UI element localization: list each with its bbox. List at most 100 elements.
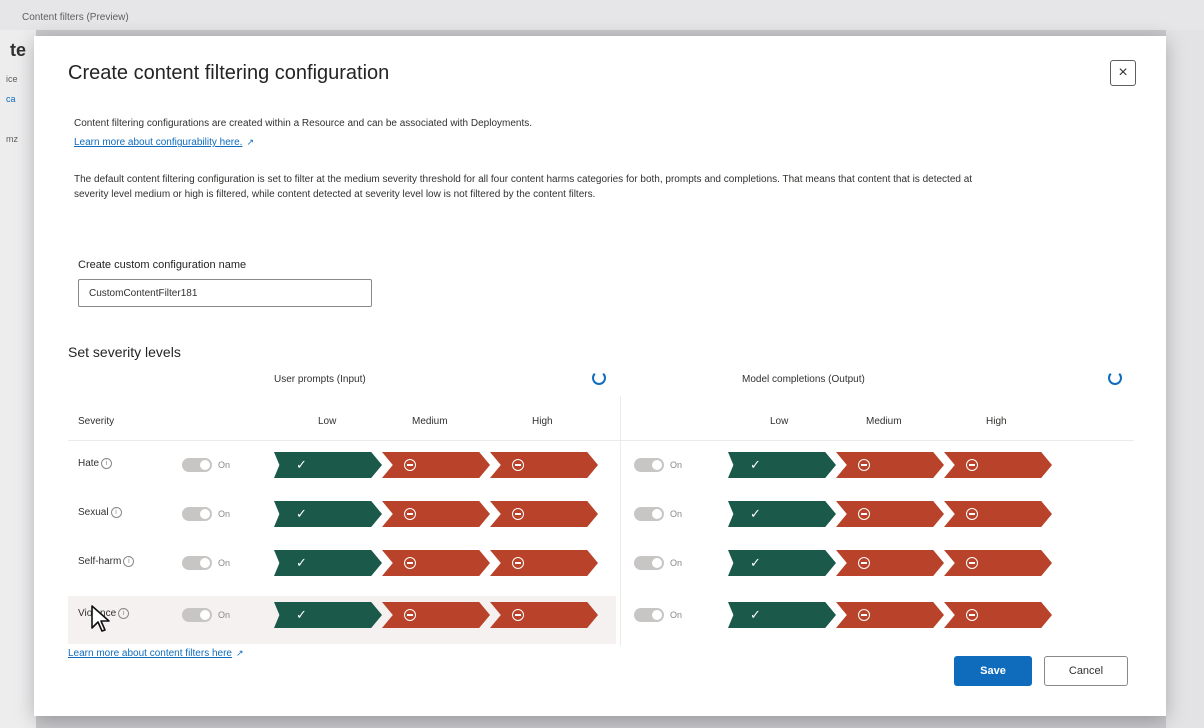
- input-sexual-high[interactable]: [490, 501, 598, 527]
- block-icon: [966, 609, 978, 621]
- mouse-pointer-icon: [91, 605, 110, 632]
- input-violence-high[interactable]: [490, 602, 598, 628]
- toggle-label: On: [218, 509, 231, 519]
- output-self-harm-high[interactable]: [944, 550, 1052, 576]
- category-label-sexual: Sexual i: [78, 507, 122, 518]
- input-sexual-medium[interactable]: [382, 501, 490, 527]
- checkmark-icon: ✓: [750, 607, 761, 622]
- intro-text: Content filtering configurations are cre…: [74, 118, 533, 129]
- checkmark-icon: ✓: [296, 506, 307, 521]
- create-config-dialog: Create content filtering configuration ×…: [34, 36, 1166, 716]
- input-self-harm-medium[interactable]: [382, 550, 490, 576]
- dialog-title: Create content filtering configuration: [68, 62, 390, 84]
- checkmark-icon: ✓: [296, 607, 307, 622]
- input-violence-low[interactable]: ✓: [274, 602, 382, 628]
- block-icon: [858, 508, 870, 520]
- external-link-icon: ↗: [235, 648, 244, 658]
- block-icon: [858, 557, 870, 569]
- input-high-header: High: [532, 416, 553, 427]
- output-violence-low[interactable]: ✓: [728, 602, 836, 628]
- output-hate-medium[interactable]: [836, 452, 944, 478]
- output-group-header: Model completions (Output): [742, 374, 865, 385]
- toggle-label: On: [218, 460, 231, 470]
- description-text: The default content filtering configurat…: [74, 174, 973, 200]
- output-toggle-hate[interactable]: [634, 458, 664, 472]
- toggle-label: On: [670, 460, 683, 470]
- input-hate-high[interactable]: [490, 452, 598, 478]
- config-name-label: Create custom configuration name: [78, 259, 247, 271]
- toggle-label: On: [670, 558, 683, 568]
- category-label-hate: Hate i: [78, 458, 113, 469]
- output-toggle-self-harm[interactable]: [634, 556, 664, 570]
- block-icon: [404, 609, 416, 621]
- checkmark-icon: ✓: [296, 457, 307, 472]
- input-hate-low[interactable]: ✓: [274, 452, 382, 478]
- input-toggle-self-harm[interactable]: [182, 556, 212, 570]
- checkmark-icon: ✓: [750, 555, 761, 570]
- close-button[interactable]: ×: [1110, 60, 1136, 86]
- input-toggle-violence[interactable]: [182, 608, 212, 622]
- output-self-harm-low[interactable]: ✓: [728, 550, 836, 576]
- block-icon: [966, 557, 978, 569]
- output-sexual-medium[interactable]: [836, 501, 944, 527]
- configurability-link[interactable]: Learn more about configurability here. ↗: [74, 137, 254, 148]
- input-hate-medium[interactable]: [382, 452, 490, 478]
- input-violence-medium[interactable]: [382, 602, 490, 628]
- toggle-label: On: [670, 509, 683, 519]
- refresh-icon[interactable]: [1108, 371, 1122, 385]
- refresh-icon[interactable]: [592, 371, 606, 385]
- background-right-panel: [1166, 30, 1204, 728]
- block-icon: [404, 459, 416, 471]
- block-icon: [404, 508, 416, 520]
- background-header: Content filters (Preview): [0, 0, 1204, 30]
- background-page-title: Content filters (Preview): [22, 12, 129, 23]
- input-sexual-low[interactable]: ✓: [274, 501, 382, 527]
- output-toggle-sexual[interactable]: [634, 507, 664, 521]
- block-icon: [858, 459, 870, 471]
- block-icon: [858, 609, 870, 621]
- checkmark-icon: ✓: [296, 555, 307, 570]
- config-name-input[interactable]: [78, 279, 372, 307]
- block-icon: [404, 557, 416, 569]
- input-self-harm-high[interactable]: [490, 550, 598, 576]
- save-button[interactable]: Save: [954, 656, 1032, 686]
- output-sexual-low[interactable]: ✓: [728, 501, 836, 527]
- block-icon: [966, 459, 978, 471]
- output-low-header: Low: [770, 416, 789, 427]
- output-toggle-violence[interactable]: [634, 608, 664, 622]
- info-icon[interactable]: i: [118, 608, 130, 619]
- output-high-header: High: [986, 416, 1007, 427]
- output-violence-medium[interactable]: [836, 602, 944, 628]
- toggle-label: On: [218, 610, 231, 620]
- severity-column-header: Severity: [78, 416, 115, 427]
- header-divider: [68, 440, 1134, 441]
- external-link-icon: ↗: [246, 137, 254, 147]
- input-low-header: Low: [318, 416, 337, 427]
- block-icon: [512, 557, 524, 569]
- input-toggle-sexual[interactable]: [182, 507, 212, 521]
- background-left-panel: te ice ca mz: [0, 30, 36, 728]
- output-violence-high[interactable]: [944, 602, 1052, 628]
- severity-section-title: Set severity levels: [68, 344, 181, 360]
- output-hate-high[interactable]: [944, 452, 1052, 478]
- info-icon[interactable]: i: [110, 507, 122, 518]
- toggle-label: On: [670, 610, 683, 620]
- content-filters-link[interactable]: Learn more about content filters here ↗: [68, 648, 244, 659]
- output-hate-low[interactable]: ✓: [728, 452, 836, 478]
- checkmark-icon: ✓: [750, 506, 761, 521]
- checkmark-icon: ✓: [750, 457, 761, 472]
- info-icon[interactable]: i: [101, 458, 113, 469]
- category-label-self-harm: Self-harm i: [78, 556, 135, 567]
- input-self-harm-low[interactable]: ✓: [274, 550, 382, 576]
- toggle-label: On: [218, 558, 231, 568]
- block-icon: [512, 459, 524, 471]
- output-sexual-high[interactable]: [944, 501, 1052, 527]
- output-medium-header: Medium: [866, 416, 902, 427]
- input-group-header: User prompts (Input): [274, 374, 366, 385]
- info-icon[interactable]: i: [123, 556, 135, 567]
- output-self-harm-medium[interactable]: [836, 550, 944, 576]
- input-toggle-hate[interactable]: [182, 458, 212, 472]
- block-icon: [512, 609, 524, 621]
- cancel-button[interactable]: Cancel: [1044, 656, 1128, 686]
- group-divider: [620, 396, 621, 646]
